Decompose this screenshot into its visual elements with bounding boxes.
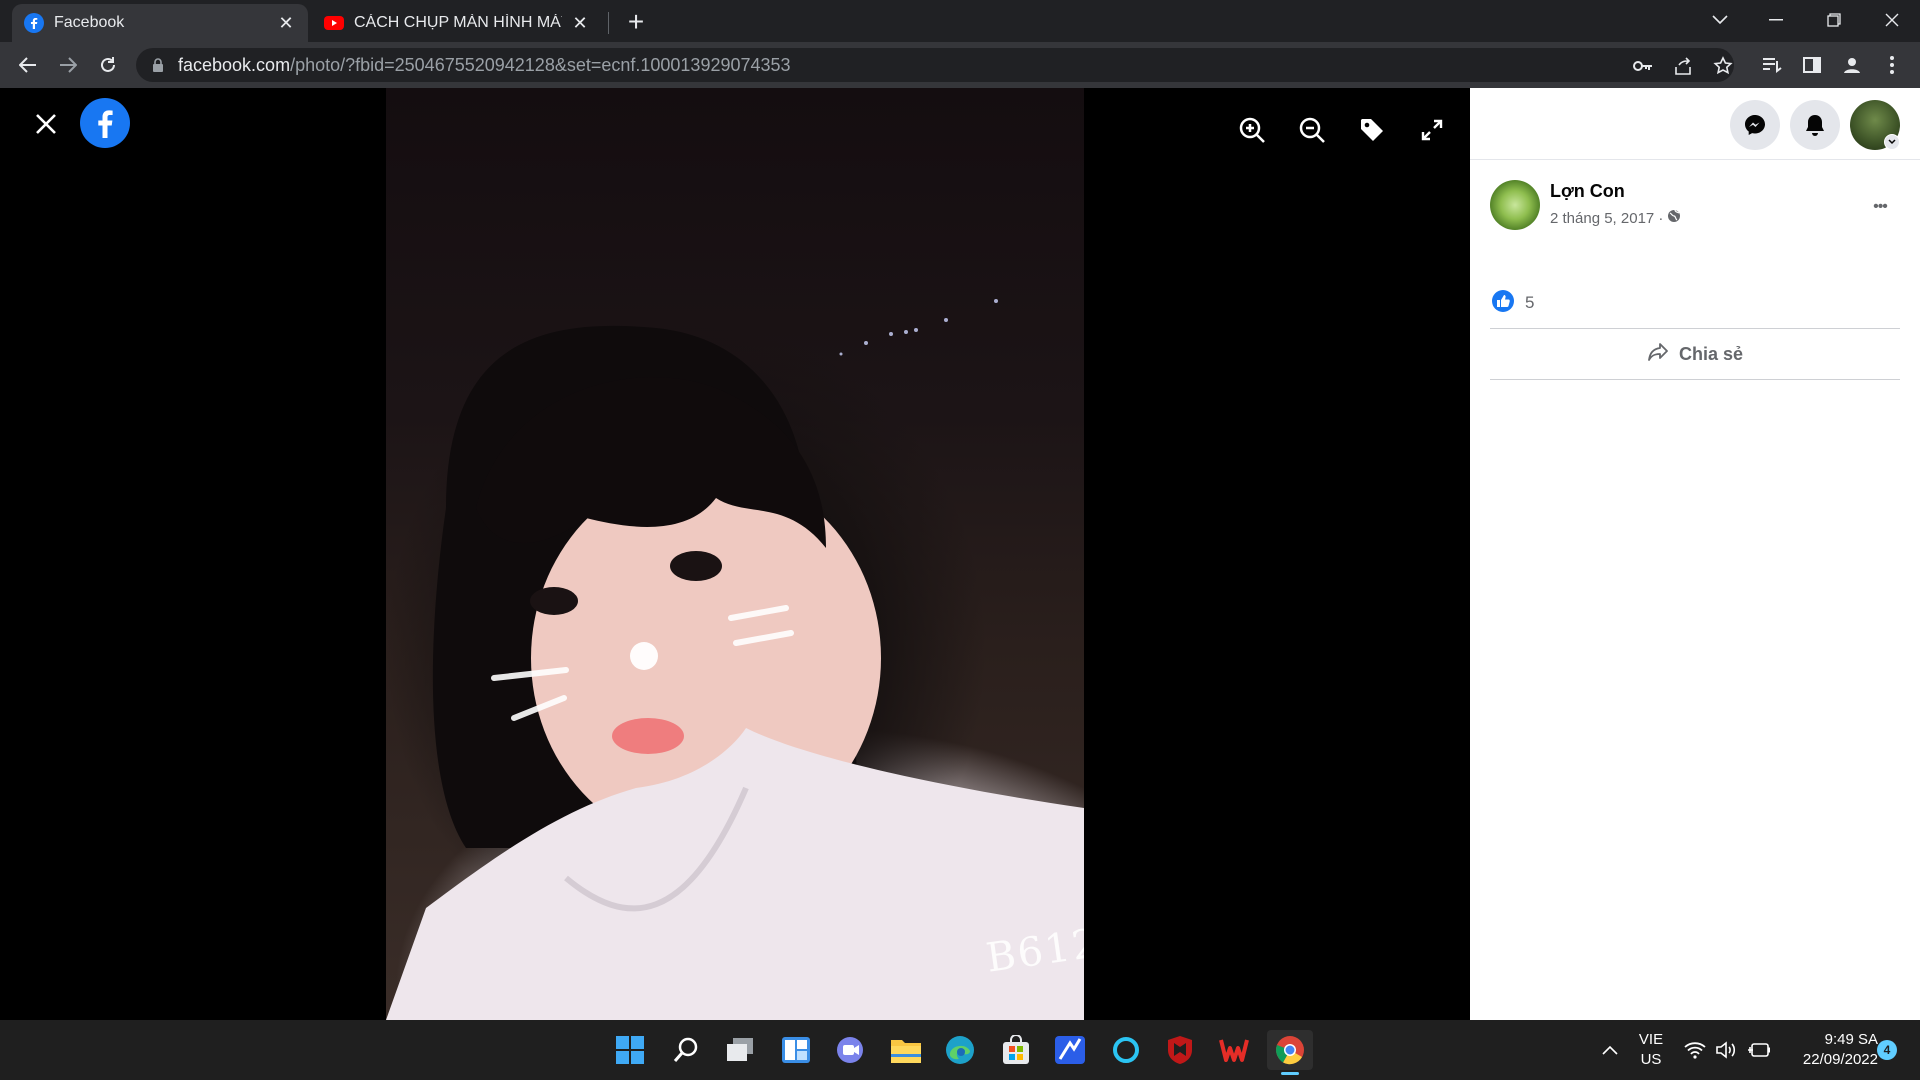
- zoom-in-icon[interactable]: [1232, 110, 1272, 150]
- chrome-taskbar-icon[interactable]: [1267, 1030, 1313, 1075]
- active-app-indicator: [1281, 1072, 1299, 1075]
- windows-start-icon[interactable]: [610, 1030, 650, 1070]
- region-code: US: [1640, 1051, 1662, 1068]
- profile-icon[interactable]: [1836, 49, 1868, 81]
- language-code: VIE: [1638, 1031, 1664, 1048]
- reading-list-icon[interactable]: [1756, 49, 1788, 81]
- youtube-icon: [324, 13, 344, 33]
- post-date-text[interactable]: 2 tháng 5, 2017 ·: [1550, 210, 1663, 227]
- more-options-icon[interactable]: •••: [1862, 192, 1898, 222]
- sidebar-header: [1470, 88, 1920, 160]
- edge-browser-icon[interactable]: [940, 1030, 980, 1070]
- zoom-out-icon[interactable]: [1292, 110, 1332, 150]
- share-arrow-icon: [1647, 342, 1669, 367]
- volume-icon[interactable]: [1712, 1030, 1742, 1070]
- post-date: 2 tháng 5, 2017 ·: [1550, 209, 1681, 227]
- photo-viewer: B612: [0, 88, 1470, 1020]
- restore-icon[interactable]: [1806, 0, 1862, 40]
- facebook-logo-icon[interactable]: [80, 98, 130, 148]
- language-indicator[interactable]: VIE US: [1634, 1030, 1668, 1070]
- forward-icon[interactable]: [52, 49, 84, 81]
- tab-close-icon[interactable]: ✕: [570, 13, 590, 33]
- address-bar[interactable]: facebook.com/photo/?fbid=250467552094212…: [136, 48, 1734, 82]
- url-path: /photo/?fbid=2504675520942128&set=ecnf.1…: [290, 54, 791, 75]
- tab-title: Facebook: [54, 14, 125, 31]
- task-view-icon[interactable]: [720, 1030, 760, 1070]
- account-menu-chevron-icon[interactable]: [1884, 134, 1900, 150]
- tab-close-icon[interactable]: ✕: [276, 13, 296, 33]
- tab-youtube[interactable]: CÁCH CHỤP MÀN HÌNH MÁY TÍN ✕: [312, 4, 602, 42]
- share-label: Chia sẻ: [1678, 343, 1744, 364]
- clock-date: 22/09/2022: [1802, 1051, 1878, 1068]
- tab-facebook[interactable]: Facebook ✕: [12, 4, 308, 42]
- clock-time: 9:49 SA: [1824, 1031, 1878, 1048]
- teams-chat-icon[interactable]: [830, 1030, 870, 1070]
- wps-office-icon[interactable]: [1214, 1030, 1254, 1070]
- mcafee-icon[interactable]: [1160, 1030, 1200, 1070]
- tab-separator: [608, 12, 609, 34]
- chrome-menu-icon[interactable]: [1876, 49, 1908, 81]
- widgets-icon[interactable]: [776, 1030, 816, 1070]
- tab-search-icon[interactable]: [1692, 0, 1748, 40]
- bookmark-star-icon[interactable]: [1712, 55, 1734, 77]
- lock-icon[interactable]: [152, 57, 178, 73]
- new-tab-button[interactable]: +: [620, 6, 652, 38]
- wifi-icon[interactable]: [1680, 1030, 1710, 1070]
- search-icon[interactable]: [666, 1030, 706, 1070]
- share-page-icon[interactable]: [1672, 55, 1694, 77]
- close-window-icon[interactable]: [1864, 0, 1920, 40]
- fullscreen-icon[interactable]: [1412, 110, 1452, 150]
- like-count[interactable]: 5: [1525, 293, 1534, 313]
- clock[interactable]: 9:49 SA 22/09/2022: [1782, 1030, 1878, 1070]
- tag-icon[interactable]: [1352, 110, 1392, 150]
- account-avatar[interactable]: [1850, 100, 1900, 150]
- minimize-icon[interactable]: [1748, 0, 1804, 40]
- photo-sidebar: Lợn Con 2 tháng 5, 2017 · ••• 5 Chia sẻ: [1470, 88, 1920, 1020]
- password-key-icon[interactable]: [1632, 55, 1654, 77]
- author-name[interactable]: Lợn Con: [1550, 181, 1625, 202]
- side-panel-icon[interactable]: [1796, 49, 1828, 81]
- powerautomate-icon[interactable]: [1050, 1030, 1090, 1070]
- post-photo: B612: [386, 88, 1084, 1020]
- notifications-bell-icon[interactable]: [1790, 100, 1840, 150]
- battery-icon[interactable]: [1744, 1030, 1774, 1070]
- close-icon[interactable]: [26, 104, 66, 144]
- share-button[interactable]: Chia sẻ: [1490, 328, 1900, 380]
- notification-badge[interactable]: 4: [1877, 1040, 1897, 1060]
- file-explorer-icon[interactable]: [886, 1030, 926, 1070]
- messenger-icon[interactable]: [1730, 100, 1780, 150]
- facebook-icon: [24, 13, 44, 33]
- browser-toolbar: facebook.com/photo/?fbid=250467552094212…: [0, 42, 1920, 88]
- url-host: facebook.com: [178, 54, 291, 75]
- microsoft-store-icon[interactable]: [996, 1030, 1036, 1070]
- tab-title: CÁCH CHỤP MÀN HÌNH MÁY TÍN: [354, 14, 562, 31]
- reload-icon[interactable]: [92, 49, 124, 81]
- globe-icon: [1667, 209, 1681, 227]
- cortana-icon[interactable]: [1106, 1030, 1146, 1070]
- back-icon[interactable]: [12, 49, 44, 81]
- like-reaction-icon[interactable]: [1492, 290, 1514, 312]
- windows-taskbar: VIE US 9:49 SA 22/09/2022 4: [0, 1020, 1920, 1080]
- browser-tab-strip: Facebook ✕ CÁCH CHỤP MÀN HÌNH MÁY TÍN ✕ …: [0, 0, 1920, 42]
- author-avatar[interactable]: [1490, 180, 1540, 230]
- show-hidden-icons-chevron[interactable]: [1590, 1030, 1630, 1070]
